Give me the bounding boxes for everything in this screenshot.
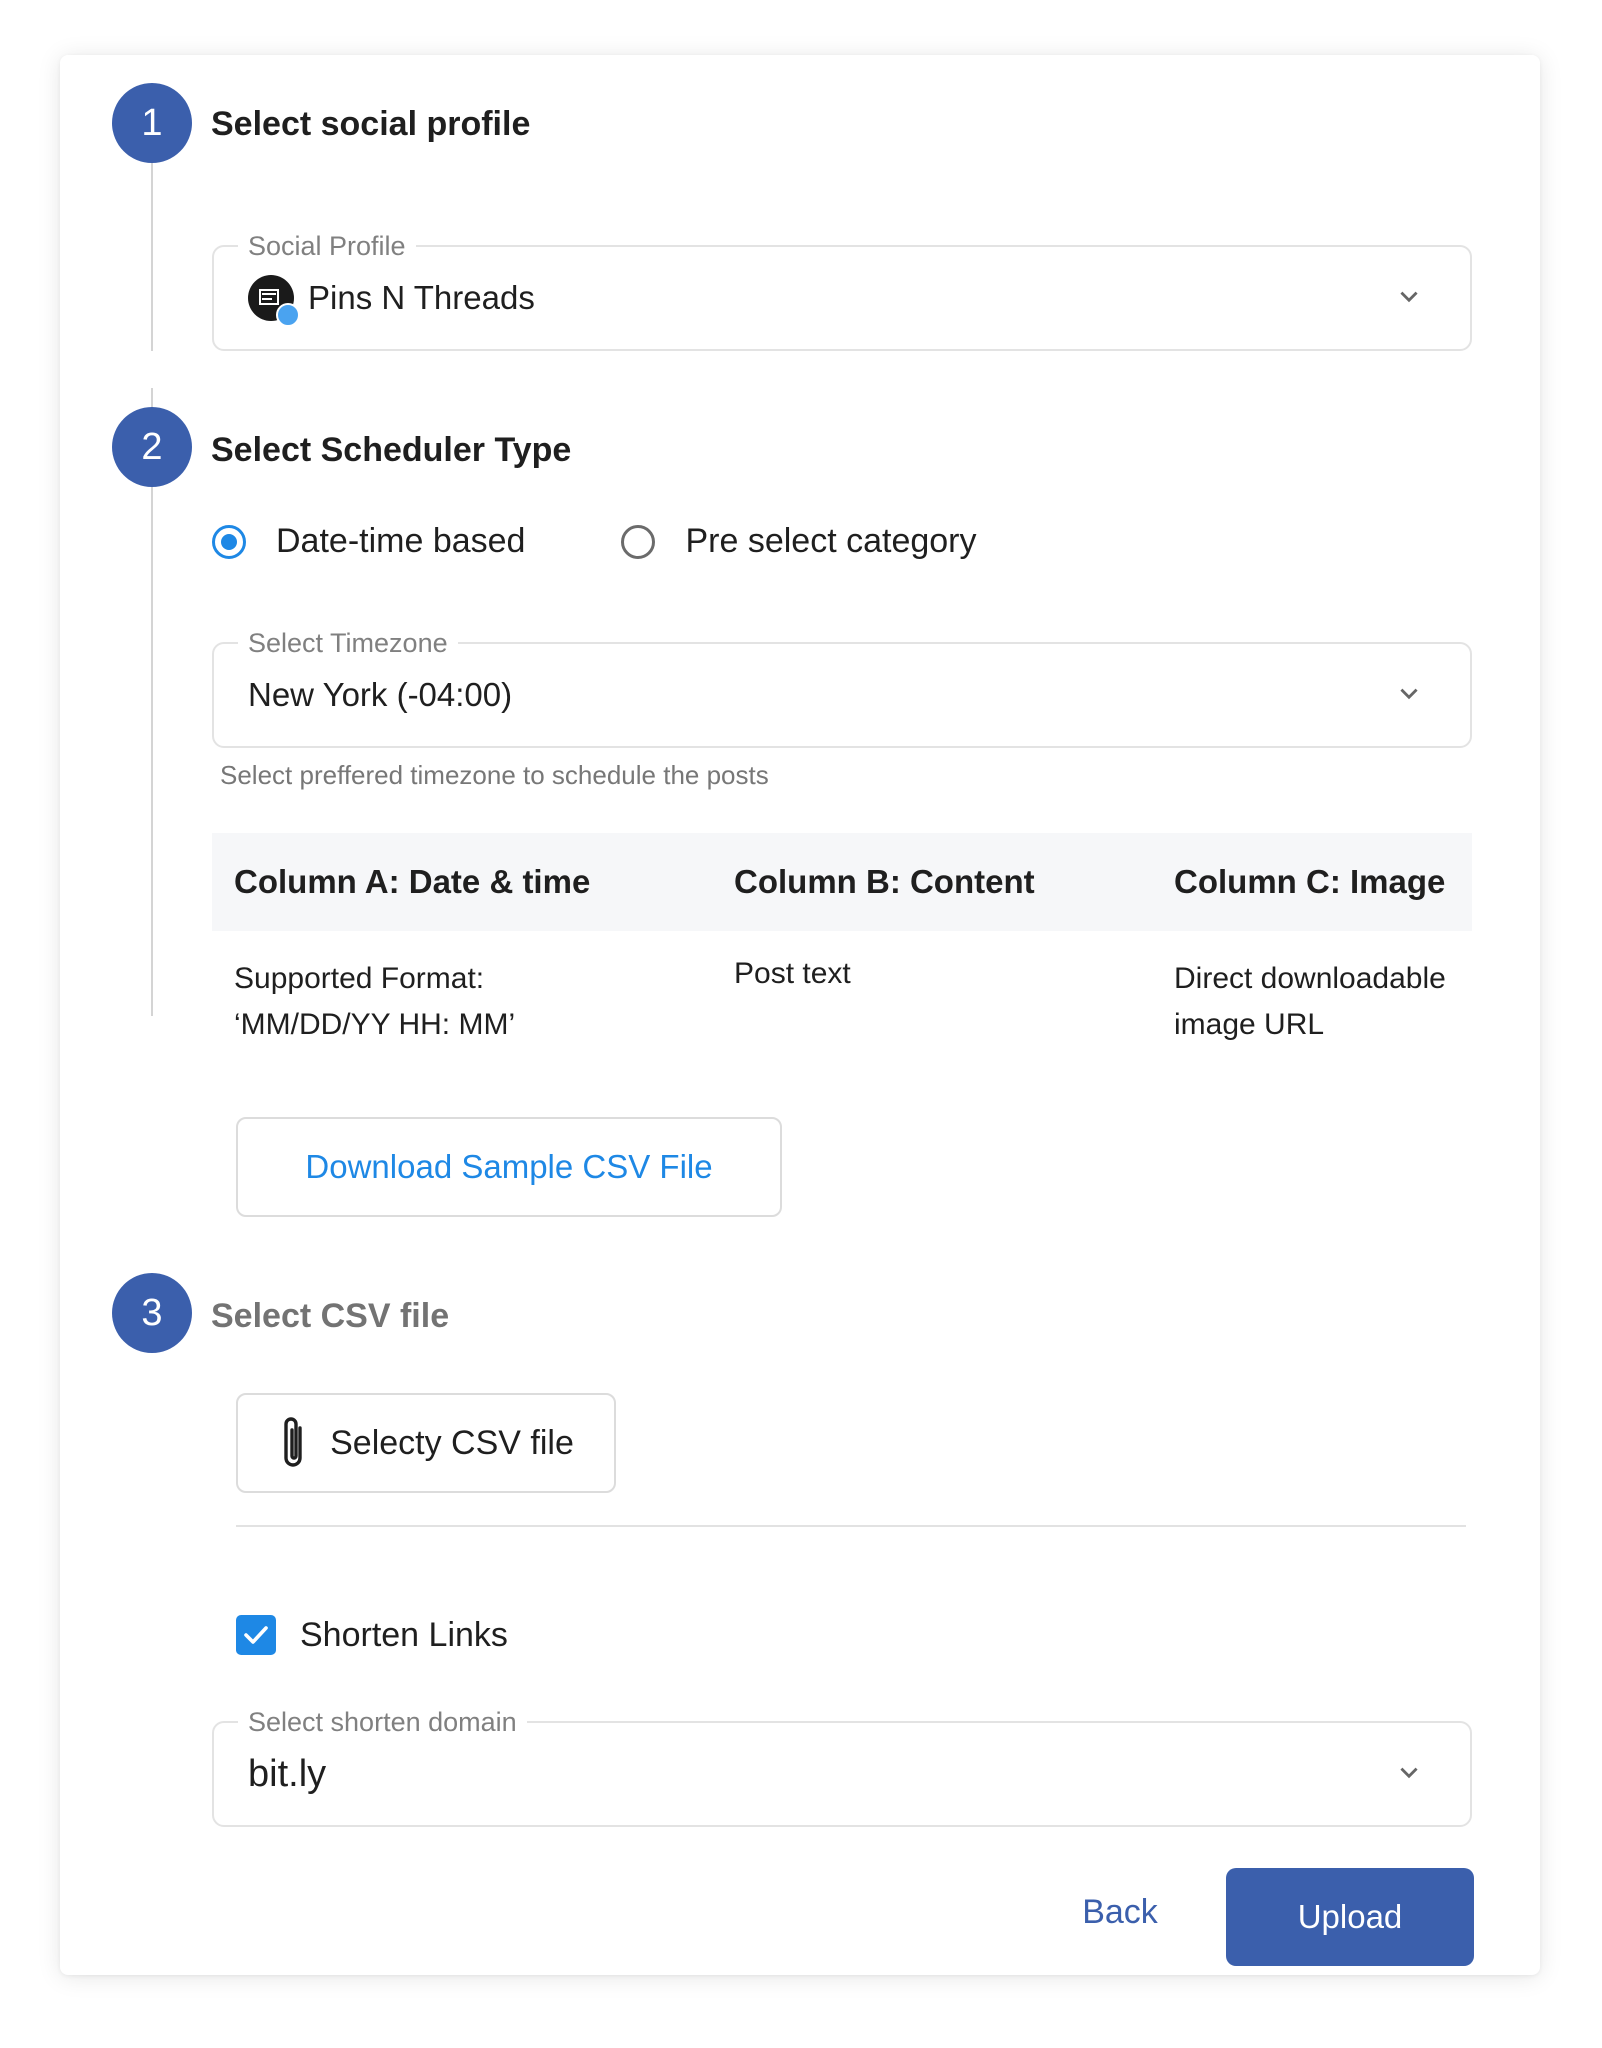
radio-pre-select-category[interactable]: Pre select category xyxy=(621,522,977,561)
step-2-badge: 2 xyxy=(112,407,192,487)
column-b-header: Column B: Content xyxy=(734,863,1035,900)
column-c-value: Direct downloadable image URL xyxy=(1174,956,1446,1048)
step-1-title: Select social profile xyxy=(211,105,531,143)
select-csv-label: Selecty CSV file xyxy=(330,1423,574,1462)
upload-card: 1 Select social profile Social Profile P… xyxy=(60,55,1540,1975)
shorten-links-checkbox[interactable]: Shorten Links xyxy=(236,1615,508,1655)
twitter-badge-icon xyxy=(276,303,300,327)
section-divider xyxy=(236,1525,1466,1527)
timezone-select[interactable]: Select Timezone New York (-04:00) xyxy=(212,627,1472,748)
radio-pre-select-label: Pre select category xyxy=(685,522,977,560)
chevron-down-icon xyxy=(1400,688,1418,700)
column-b-value: Post text xyxy=(734,957,851,990)
column-a-line-1: Supported Format: xyxy=(234,962,485,995)
upload-button[interactable]: Upload xyxy=(1226,1868,1474,1966)
column-c-line-1: Direct downloadable xyxy=(1174,962,1446,995)
timezone-helper-text: Select preffered timezone to schedule th… xyxy=(220,760,769,790)
shorten-domain-value: bit.ly xyxy=(248,1752,327,1795)
step-1-badge: 1 xyxy=(112,83,192,163)
step-connector-1 xyxy=(151,159,153,351)
social-profile-select[interactable]: Social Profile Pins N Threads xyxy=(212,230,1472,351)
radio-unchecked-icon xyxy=(621,524,656,559)
shorten-domain-select[interactable]: Select shorten domain bit.ly xyxy=(212,1706,1472,1827)
step-3-badge: 3 xyxy=(112,1273,192,1353)
back-button[interactable]: Back xyxy=(1030,1867,1210,1957)
radio-date-time-based[interactable]: Date-time based xyxy=(212,522,525,561)
column-a-line-2: ‘MM/DD/YY HH: MM’ xyxy=(234,1008,516,1041)
paperclip-icon xyxy=(284,1417,302,1467)
column-a-value: Supported Format: ‘MM/DD/YY HH: MM’ xyxy=(234,956,515,1048)
select-csv-button[interactable]: Selecty CSV file xyxy=(236,1393,616,1493)
social-profile-value-wrap: Pins N Threads xyxy=(248,247,535,349)
radio-date-time-label: Date-time based xyxy=(276,522,526,560)
profile-avatar xyxy=(248,275,300,327)
download-sample-button[interactable]: Download Sample CSV File xyxy=(236,1117,782,1217)
column-a-header: Column A: Date & time xyxy=(234,863,591,900)
radio-checked-icon xyxy=(212,524,246,559)
checkbox-checked-icon xyxy=(236,1615,276,1655)
step-2-title: Select Scheduler Type xyxy=(211,431,572,469)
columns-table-header: Column A: Date & time Column B: Content … xyxy=(212,833,1472,931)
column-c-line-2: image URL xyxy=(1174,1008,1325,1041)
column-c-header: Column C: Image xyxy=(1174,863,1446,900)
shorten-links-label: Shorten Links xyxy=(300,1615,508,1654)
download-sample-label: Download Sample CSV File xyxy=(305,1148,713,1185)
timezone-value: New York (-04:00) xyxy=(248,676,513,713)
social-profile-value: Pins N Threads xyxy=(308,279,535,316)
chevron-down-icon xyxy=(1400,291,1418,303)
scheduler-type-group: Date-time based Pre select category xyxy=(212,522,977,561)
step-3-title: Select CSV file xyxy=(211,1297,450,1335)
chevron-down-icon xyxy=(1400,1767,1418,1779)
